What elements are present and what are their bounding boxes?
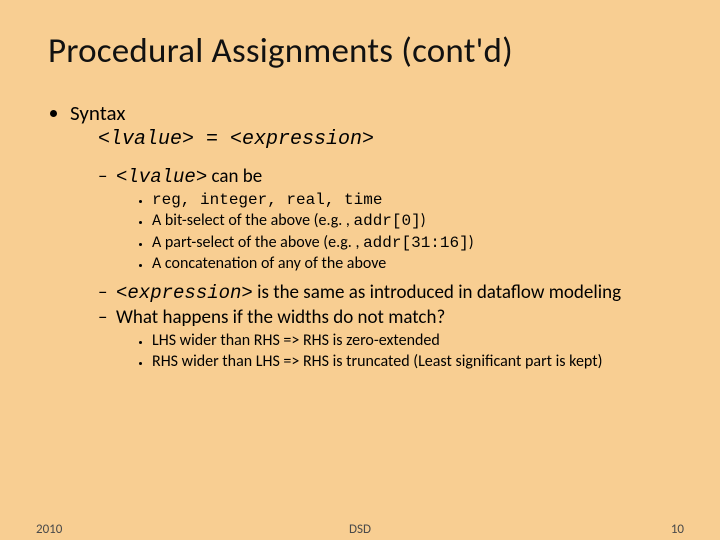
expression-code: <expression> xyxy=(116,282,253,304)
part-post: ) xyxy=(469,233,474,252)
syntax-expression: <lvalue> = <expression> xyxy=(98,128,672,151)
bit-pre: A bit-select of the above (e.g. , xyxy=(152,211,354,230)
width-sublist: LHS wider than RHS => RHS is zero-extend… xyxy=(116,331,672,373)
footer-page: 10 xyxy=(671,522,684,537)
slide: Procedural Assignments (cont'd) Syntax <… xyxy=(0,0,720,540)
bullet-list-l1: Syntax <lvalue> = <expression> <lvalue> … xyxy=(48,100,672,373)
reg-types: reg, integer, real, time xyxy=(152,191,382,209)
lvalue-bitselect-item: A bit-select of the above (e.g. , addr[0… xyxy=(152,211,672,231)
width-question-item: What happens if the widths do not match?… xyxy=(98,306,672,373)
expression-item: <expression> is the same as introduced i… xyxy=(98,281,672,304)
expression-text: is the same as introduced in dataflow mo… xyxy=(253,281,621,304)
lvalue-canbe-text: can be xyxy=(207,165,262,188)
syntax-label: Syntax xyxy=(70,100,125,126)
lvalue-reg-item: reg, integer, real, time xyxy=(152,190,672,210)
bullet-list-l2: <lvalue> can be reg, integer, real, time… xyxy=(70,165,672,373)
footer-center: DSD xyxy=(0,522,720,537)
page-title: Procedural Assignments (cont'd) xyxy=(48,30,672,72)
width-question: What happens if the widths do not match? xyxy=(116,306,445,329)
width-rhs-item: RHS wider than LHS => RHS is truncated (… xyxy=(152,352,672,372)
syntax-expr: <expression> xyxy=(230,128,374,151)
part-pre: A part-select of the above (e.g. , xyxy=(152,233,363,252)
lvalue-partselect-item: A part-select of the above (e.g. , addr[… xyxy=(152,233,672,253)
lvalue-canbe-item: <lvalue> can be reg, integer, real, time… xyxy=(98,165,672,275)
lvalue-sublist: reg, integer, real, time A bit-select of… xyxy=(116,190,672,275)
lvalue-concat-item: A concatenation of any of the above xyxy=(152,254,672,274)
syntax-lvalue: <lvalue> xyxy=(98,128,194,151)
syntax-item: Syntax <lvalue> = <expression> <lvalue> … xyxy=(70,100,672,373)
syntax-equals: = xyxy=(194,128,230,151)
lvalue-code: <lvalue> xyxy=(116,166,207,188)
width-lhs-item: LHS wider than RHS => RHS is zero-extend… xyxy=(152,331,672,351)
bit-code: addr[0] xyxy=(354,212,421,230)
bit-post: ) xyxy=(421,211,426,230)
part-code: addr[31:16] xyxy=(363,234,469,252)
